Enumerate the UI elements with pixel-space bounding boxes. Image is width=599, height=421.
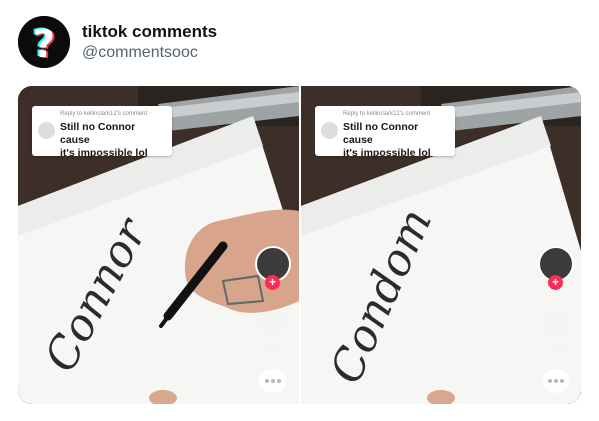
reply-text-line2: it's impossible lol [60,147,148,159]
reply-card[interactable]: Reply to kellinclark12's comment Still n… [32,106,172,159]
follow-plus-icon[interactable]: + [265,275,280,290]
reply-text: Still no Connor cause it's impossible lo… [343,121,449,160]
action-sidebar: + 1.3M [536,86,576,404]
account-handle[interactable]: @commentsooc [82,42,217,63]
svg-text:?: ? [33,22,55,66]
like-count: 1.3M [547,342,565,351]
video-panel-left[interactable]: Reply to kellinclark12's comment Still n… [18,86,299,404]
follow-plus-icon[interactable]: + [548,275,563,290]
account-avatar[interactable]: ? ? ? [18,16,70,68]
reply-text-line1: Still no Connor cause [60,121,136,146]
tweet-header: ? ? ? tiktok comments @commentsooc [18,14,217,70]
question-mark-logo-icon: ? ? ? [18,16,70,68]
comment-bubble-icon[interactable] [259,369,287,393]
display-name[interactable]: tiktok comments [82,21,217,42]
reply-text-line1: Still no Connor cause [343,121,419,146]
comment-bubble-icon[interactable] [542,369,570,393]
commenter-avatar [321,122,338,139]
heart-icon[interactable] [258,312,288,338]
reply-text-line2: it's impossible lol [343,147,431,159]
account-names: tiktok comments @commentsooc [82,21,217,63]
reply-text: Still no Connor cause it's impossible lo… [60,121,166,160]
commenter-avatar [38,122,55,139]
heart-icon[interactable] [541,312,571,338]
reply-card[interactable]: Reply to kellinclark12's comment Still n… [315,106,455,159]
reply-header: Reply to kellinclark12's comment [60,111,148,117]
action-sidebar: + 1.3M [253,86,293,404]
reply-header: Reply to kellinclark12's comment [343,111,431,117]
like-count: 1.3M [264,342,282,351]
media-grid: Reply to kellinclark12's comment Still n… [18,86,581,404]
video-panel-right[interactable]: Reply to kellinclark12's comment Still n… [301,86,581,404]
